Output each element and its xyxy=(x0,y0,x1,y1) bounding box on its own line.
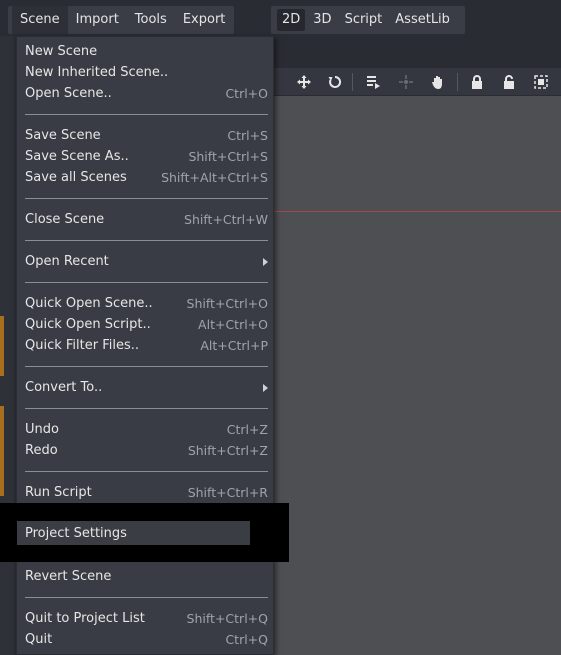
menu-item-open-recent[interactable]: Open Recent xyxy=(25,251,268,272)
menu-scene[interactable]: Scene xyxy=(12,6,68,34)
menu-item-save-all-scenes[interactable]: Save all Scenes Shift+Alt+Ctrl+S xyxy=(25,167,268,188)
scene-menu-popup: New Scene New Inherited Scene.. Open Sce… xyxy=(16,36,274,655)
menu-separator xyxy=(25,471,268,472)
list-icon[interactable] xyxy=(362,71,384,93)
tab-2d[interactable]: 2D xyxy=(277,9,306,31)
move-icon[interactable] xyxy=(293,71,315,93)
menu-item-new-scene[interactable]: New Scene xyxy=(25,41,268,62)
submenu-arrow-icon xyxy=(263,257,268,266)
menu-item-undo[interactable]: Undo Ctrl+Z xyxy=(25,419,268,440)
submenu-arrow-icon xyxy=(263,383,268,392)
dock-thumbnail-strip xyxy=(0,316,4,376)
rotate-icon[interactable] xyxy=(324,71,346,93)
menu-item-quick-open-scene[interactable]: Quick Open Scene.. Shift+Ctrl+O xyxy=(25,293,268,314)
tab-assetlib[interactable]: AssetLib xyxy=(390,9,455,31)
menu-separator xyxy=(25,282,268,283)
canvas-toolbar xyxy=(270,68,561,96)
dock-thumbnail-strip xyxy=(0,406,4,496)
lock-icon[interactable] xyxy=(466,71,488,93)
left-dock xyxy=(0,36,14,655)
menu-export[interactable]: Export xyxy=(175,6,234,34)
menu-separator xyxy=(25,366,268,367)
tab-script[interactable]: Script xyxy=(340,9,388,31)
origin-axis-line xyxy=(270,211,561,212)
menu-separator xyxy=(25,408,268,409)
menu-separator xyxy=(25,114,268,115)
menu-item-revert-scene[interactable]: Revert Scene xyxy=(25,566,268,587)
menu-item-open-scene[interactable]: Open Scene.. Ctrl+O xyxy=(25,83,268,104)
editor-menubar: Scene Import Tools Export xyxy=(8,6,234,34)
menu-item-convert-to[interactable]: Convert To.. xyxy=(25,377,268,398)
main-screen-tabs: 2D 3D Script AssetLib xyxy=(271,6,465,34)
pan-hand-icon[interactable] xyxy=(427,71,449,93)
menu-item-quit[interactable]: Quit Ctrl+Q xyxy=(25,629,268,650)
menu-separator xyxy=(25,198,268,199)
menu-item-quit-to-project-list[interactable]: Quit to Project List Shift+Ctrl+Q xyxy=(25,608,268,629)
group-icon[interactable] xyxy=(530,71,552,93)
menu-item-project-settings[interactable]: Project Settings xyxy=(17,521,250,545)
menu-item-run-script[interactable]: Run Script Shift+Ctrl+R xyxy=(25,482,268,503)
menu-item-close-scene[interactable]: Close Scene Shift+Ctrl+W xyxy=(25,209,268,230)
menu-item-label: Project Settings xyxy=(25,525,127,541)
menu-item-save-scene-as[interactable]: Save Scene As.. Shift+Ctrl+S xyxy=(25,146,268,167)
menu-item-quick-filter-files[interactable]: Quick Filter Files.. Alt+Ctrl+P xyxy=(25,335,268,356)
menu-item-quick-open-script[interactable]: Quick Open Script.. Alt+Ctrl+O xyxy=(25,314,268,335)
menu-item-new-inherited-scene[interactable]: New Inherited Scene.. xyxy=(25,62,268,83)
pivot-icon[interactable] xyxy=(395,71,417,93)
menu-item-redo[interactable]: Redo Shift+Ctrl+Z xyxy=(25,440,268,461)
menu-import[interactable]: Import xyxy=(68,6,127,34)
unlock-icon[interactable] xyxy=(498,71,520,93)
menu-separator xyxy=(25,597,268,598)
menu-tools[interactable]: Tools xyxy=(127,6,175,34)
canvas-viewport[interactable] xyxy=(270,96,561,655)
menu-separator xyxy=(25,240,268,241)
menu-item-save-scene[interactable]: Save Scene Ctrl+S xyxy=(25,125,268,146)
tab-3d[interactable]: 3D xyxy=(308,9,336,31)
